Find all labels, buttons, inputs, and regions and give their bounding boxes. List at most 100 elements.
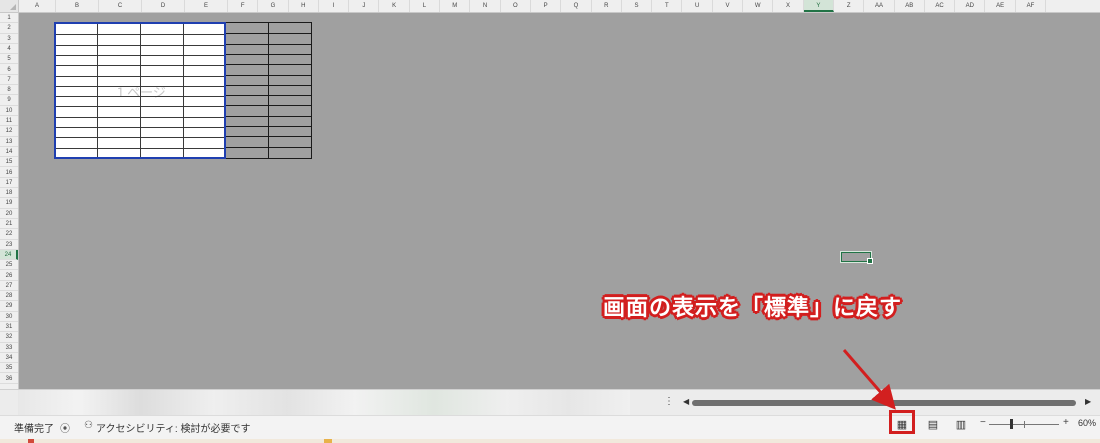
horizontal-scrollbar[interactable] (692, 400, 1076, 406)
row-header-18[interactable]: 18 (0, 188, 18, 199)
row-header-22[interactable]: 22 (0, 229, 18, 240)
column-header-x[interactable]: X (773, 0, 804, 12)
page-grid-hline (56, 96, 224, 98)
row-header-28[interactable]: 28 (0, 291, 18, 302)
row-header-23[interactable]: 23 (0, 240, 18, 250)
column-header-aa[interactable]: AA (864, 0, 895, 12)
row-header-36[interactable]: 36 (0, 374, 18, 384)
zoom-slider-thumb[interactable] (1010, 419, 1013, 429)
ext-grid-hline (226, 115, 311, 117)
page-grid-hline (56, 85, 224, 87)
column-header-r[interactable]: R (592, 0, 622, 12)
row-header-9[interactable]: 9 (0, 95, 18, 106)
status-ready-text: 準備完了 (14, 424, 54, 435)
column-header-p[interactable]: P (531, 0, 562, 12)
column-header-ac[interactable]: AC (925, 0, 956, 12)
row-header-26[interactable]: 26 (0, 271, 18, 281)
ext-grid-hline (226, 64, 311, 66)
row-header-16[interactable]: 16 (0, 168, 18, 178)
row-header-1[interactable]: 1 (0, 13, 18, 24)
ext-grid-hline (226, 43, 311, 45)
row-header-17[interactable]: 17 (0, 178, 18, 189)
column-header-af[interactable]: AF (1016, 0, 1047, 12)
row-header-27[interactable]: 27 (0, 281, 18, 292)
row-header-25[interactable]: 25 (0, 260, 18, 271)
column-header-z[interactable]: Z (834, 0, 865, 12)
column-header-b[interactable]: B (56, 0, 99, 12)
active-cell-y24[interactable] (840, 251, 873, 264)
column-header-g[interactable]: G (258, 0, 289, 12)
row-header-34[interactable]: 34 (0, 353, 18, 364)
accessibility-icon[interactable]: ⚇ (84, 420, 93, 431)
page-grid-hline (56, 116, 224, 118)
row-header-15[interactable]: 15 (0, 157, 18, 168)
column-header-c[interactable]: C (99, 0, 142, 12)
column-header-f[interactable]: F (228, 0, 259, 12)
column-header-j[interactable]: J (349, 0, 380, 12)
row-header-33[interactable]: 33 (0, 343, 18, 353)
column-header-u[interactable]: U (683, 0, 713, 12)
taskbar-strip (0, 439, 1100, 443)
row-header-3[interactable]: 3 (0, 34, 18, 44)
column-header-d[interactable]: D (142, 0, 185, 12)
row-header-24[interactable]: 24 (0, 249, 18, 261)
macro-record-icon[interactable]: ⦿ (60, 420, 70, 435)
row-header-10[interactable]: 10 (0, 106, 18, 116)
row-header-32[interactable]: 32 (0, 332, 18, 343)
column-header-q[interactable]: Q (561, 0, 592, 12)
column-header-ae[interactable]: AE (986, 0, 1016, 12)
row-header-11[interactable]: 11 (0, 116, 18, 127)
row-header-29[interactable]: 29 (0, 301, 18, 312)
normal-view-highlight-box (889, 410, 915, 434)
row-header-8[interactable]: 8 (0, 85, 18, 96)
page-grid-hline (56, 106, 224, 108)
row-header-35[interactable]: 35 (0, 363, 18, 374)
accessibility-status[interactable]: アクセシビリティ: 検討が必要です (96, 420, 250, 435)
row-header-5[interactable]: 5 (0, 54, 18, 65)
row-header-31[interactable]: 31 (0, 322, 18, 333)
column-header-l[interactable]: L (410, 0, 441, 12)
ext-grid-hline (226, 33, 311, 35)
row-header-4[interactable]: 4 (0, 44, 18, 55)
row-header-30[interactable]: 30 (0, 312, 18, 322)
select-all-button[interactable] (0, 0, 19, 12)
zoom-out-button[interactable]: − (980, 417, 986, 428)
column-header-n[interactable]: N (470, 0, 501, 12)
column-header-a[interactable]: A (19, 0, 56, 12)
column-header-ab[interactable]: AB (895, 0, 925, 12)
column-header-ad[interactable]: AD (955, 0, 986, 12)
ext-grid-hline (226, 126, 311, 127)
zoom-in-button[interactable]: + (1063, 417, 1069, 428)
row-header-19[interactable]: 19 (0, 198, 18, 209)
column-header-i[interactable]: I (319, 0, 350, 12)
column-header-y[interactable]: Y (803, 0, 834, 12)
column-header-v[interactable]: V (713, 0, 744, 12)
column-header-t[interactable]: T (652, 0, 683, 12)
column-header-k[interactable]: K (380, 0, 410, 12)
column-header-s[interactable]: S (622, 0, 653, 12)
scroll-right-icon[interactable]: ▶ (1085, 397, 1091, 407)
row-header-14[interactable]: 14 (0, 147, 18, 158)
row-header-6[interactable]: 6 (0, 65, 18, 75)
scroll-left-icon[interactable]: ◀ (683, 397, 689, 407)
column-header-w[interactable]: W (743, 0, 774, 12)
sheet-tab-more-icon[interactable]: ⋮ (664, 396, 674, 408)
page-layout-view-button[interactable]: ▤ (926, 419, 940, 431)
table-extension-area[interactable] (226, 22, 312, 159)
row-header-13[interactable]: 13 (0, 137, 18, 147)
row-header-20[interactable]: 20 (0, 209, 18, 219)
zoom-level[interactable]: 60% (1078, 418, 1096, 428)
worksheet-grid[interactable]: １ページ (19, 13, 1100, 389)
column-header-h[interactable]: H (289, 0, 319, 12)
row-header-2[interactable]: 2 (0, 23, 18, 34)
row-header-12[interactable]: 12 (0, 126, 18, 137)
column-header-m[interactable]: M (440, 0, 471, 12)
column-header-e[interactable]: E (185, 0, 228, 12)
row-header-21[interactable]: 21 (0, 219, 18, 230)
page-grid-hline (56, 147, 224, 149)
column-header-o[interactable]: O (501, 0, 531, 12)
page-1-print-area[interactable]: １ページ (54, 22, 226, 159)
page-break-preview-button[interactable]: ▥ (954, 419, 968, 431)
page-grid-hline (56, 44, 224, 46)
row-header-7[interactable]: 7 (0, 75, 18, 86)
